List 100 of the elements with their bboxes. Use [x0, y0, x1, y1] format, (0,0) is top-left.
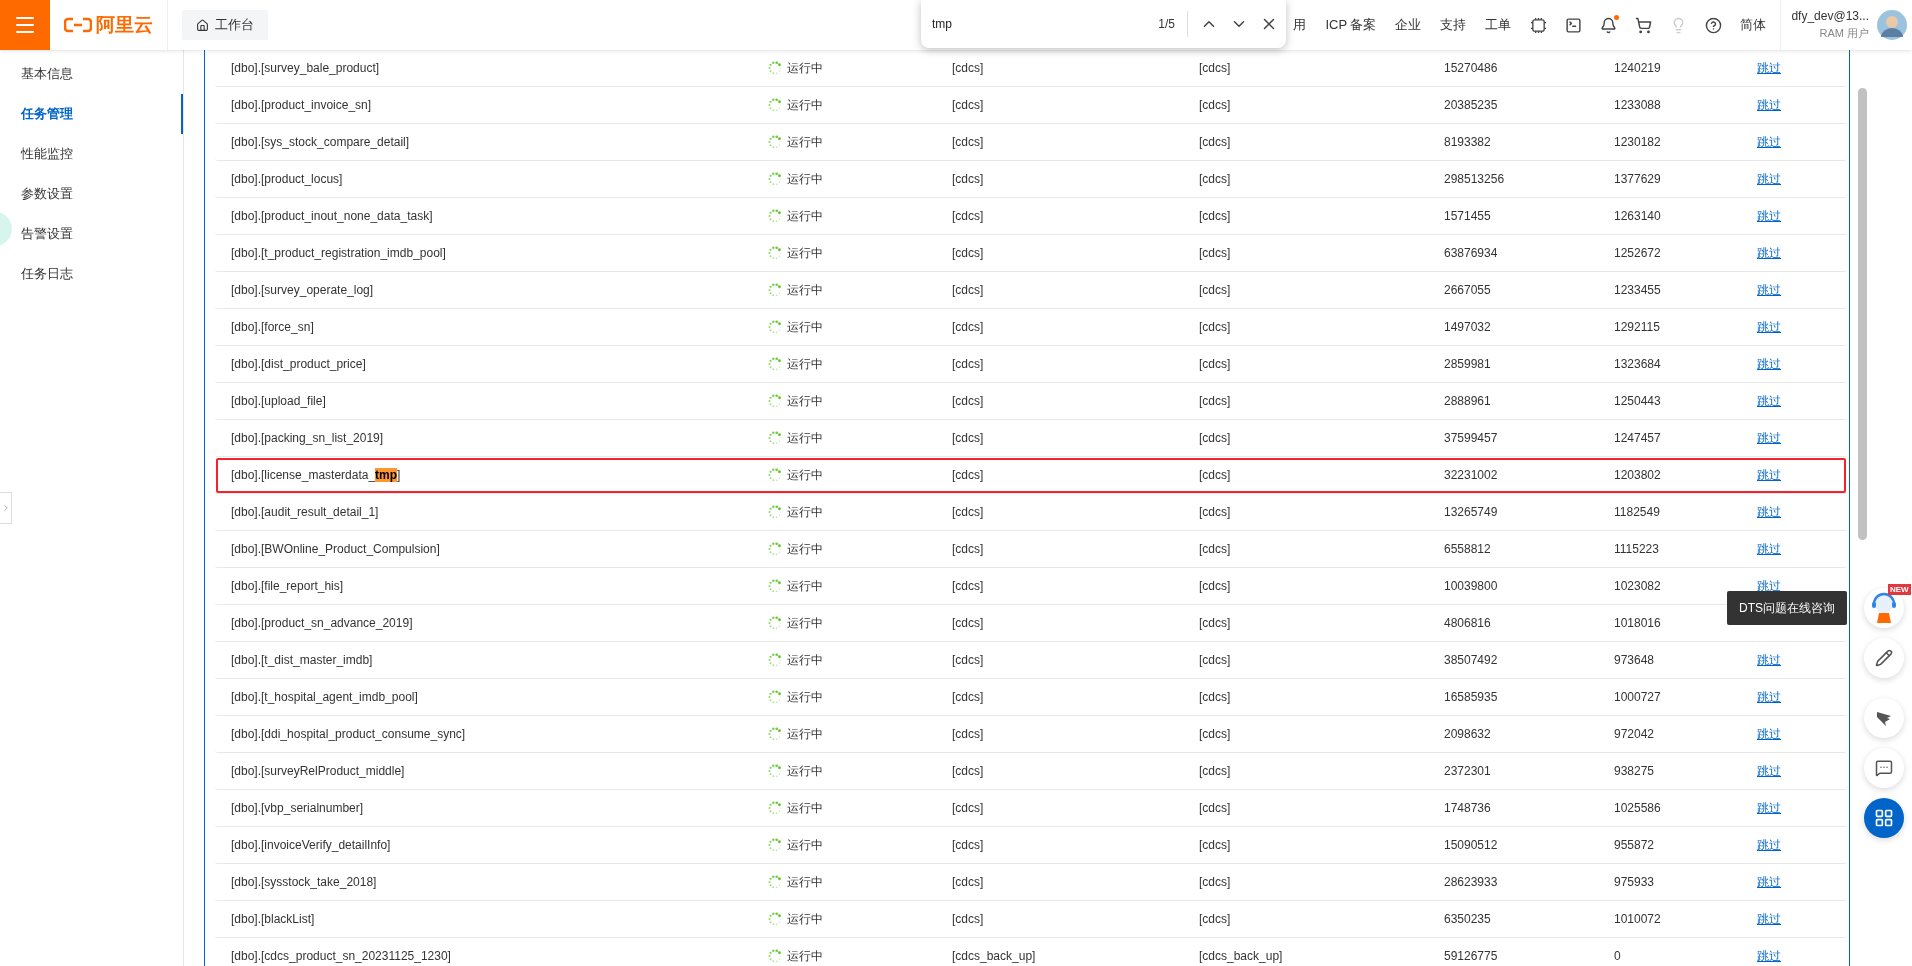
apps-button[interactable] — [1864, 798, 1904, 838]
table-cell-text: 15270486 — [1443, 61, 1499, 75]
bell-icon[interactable] — [1600, 16, 1618, 34]
spinner-icon — [768, 172, 782, 186]
nav-link[interactable]: ICP 备案 — [1325, 16, 1377, 34]
status-text: 运行中 — [787, 873, 823, 891]
table-cell-text: 938275 — [1613, 764, 1656, 778]
status-text: 运行中 — [787, 392, 823, 410]
table-cell-text: 38507492 — [1443, 653, 1499, 667]
table-cell-text: [dbo].[product_sn_advance_2019] — [230, 616, 414, 630]
skip-link[interactable]: 跳过 — [1741, 244, 1781, 262]
table-cell-text: [cdcs] — [1198, 357, 1232, 371]
table-cell-text: 0 — [1613, 949, 1622, 963]
skip-link[interactable]: 跳过 — [1741, 355, 1781, 373]
menu-button[interactable] — [0, 0, 50, 50]
nav-link[interactable]: 支持 — [1440, 16, 1467, 34]
table-cell-text: [cdcs] — [951, 801, 985, 815]
skip-link[interactable]: 跳过 — [1741, 725, 1781, 743]
table-cell-text: 1025586 — [1613, 801, 1662, 815]
table-cell-text: [dbo].[blackList] — [230, 912, 316, 926]
wing-button[interactable] — [1864, 698, 1904, 738]
table-cell-text: [cdcs] — [1198, 98, 1232, 112]
table-cell-text: 973648 — [1613, 653, 1656, 667]
table-cell-text: [cdcs] — [951, 542, 985, 556]
skip-link[interactable]: 跳过 — [1741, 503, 1781, 521]
skip-link[interactable]: 跳过 — [1741, 540, 1781, 558]
chat-button[interactable] — [1864, 748, 1904, 788]
table-cell-text: [dbo].[cdcs_product_sn_20231125_1230] — [230, 949, 452, 963]
table-cell-text: [cdcs] — [951, 912, 985, 926]
table-cell-text: [cdcs] — [1198, 579, 1232, 593]
table-cell-text: [dbo].[invoiceVerify_detailInfo] — [230, 838, 392, 852]
spinner-icon — [768, 542, 782, 556]
skip-link[interactable]: 跳过 — [1741, 318, 1781, 336]
skip-link[interactable]: 跳过 — [1741, 836, 1781, 854]
cart-icon[interactable] — [1635, 16, 1653, 34]
edit-button[interactable] — [1864, 638, 1904, 678]
help-icon[interactable] — [1705, 16, 1723, 34]
skip-link[interactable]: 跳过 — [1741, 392, 1781, 410]
skip-link[interactable]: 跳过 — [1741, 762, 1781, 780]
skip-link[interactable]: 跳过 — [1741, 170, 1781, 188]
status-text: 运行中 — [787, 318, 823, 336]
sidebar-item[interactable]: 告警设置 — [21, 214, 183, 254]
table-cell-text: [dbo].[t_hospital_agent_imdb_pool] — [230, 690, 419, 704]
skip-link[interactable]: 跳过 — [1741, 688, 1781, 706]
nav-link[interactable]: 工单 — [1485, 16, 1512, 34]
table-cell-text: [cdcs_back_up] — [951, 949, 1037, 963]
skip-link[interactable]: 跳过 — [1741, 133, 1781, 151]
table-cell-text: [cdcs] — [951, 172, 985, 186]
skip-link[interactable]: 跳过 — [1741, 207, 1781, 225]
table-cell-text: 2098632 — [1443, 727, 1492, 741]
scrollbar-thumb[interactable] — [1858, 88, 1867, 540]
spinner-icon — [768, 246, 782, 260]
table-cell-text: 15090512 — [1443, 838, 1499, 852]
table-cell-text: 975933 — [1613, 875, 1656, 889]
chip-icon[interactable] — [1530, 16, 1548, 34]
skip-link[interactable]: 跳过 — [1741, 466, 1781, 484]
skip-link[interactable]: 跳过 — [1741, 873, 1781, 891]
skip-link[interactable]: 跳过 — [1741, 429, 1781, 447]
table-cell-text: [cdcs] — [1198, 653, 1232, 667]
table-cell-text: 1115223 — [1613, 542, 1660, 556]
status-text: 运行中 — [787, 429, 823, 447]
table-cell-text: [cdcs] — [951, 616, 985, 630]
table-cell-text: 16585935 — [1443, 690, 1499, 704]
workbench-button[interactable]: 工作台 — [182, 10, 268, 40]
sidebar-item[interactable]: 性能监控 — [21, 134, 183, 174]
status-text: 运行中 — [787, 59, 823, 77]
table-cell-text: 1182549 — [1613, 505, 1661, 519]
table-cell-text: [dbo].[product_locus] — [230, 172, 344, 186]
nav-link[interactable]: 企业 — [1395, 16, 1422, 34]
avatar[interactable] — [1877, 10, 1907, 40]
spinner-icon — [768, 579, 782, 593]
language-link[interactable]: 简体 — [1740, 0, 1782, 50]
table-cell-text: 955872 — [1613, 838, 1656, 852]
skip-link[interactable]: 跳过 — [1741, 799, 1781, 817]
sidebar-item[interactable]: 基本信息 — [21, 54, 183, 94]
table-cell-text: 972042 — [1613, 727, 1656, 741]
table-cell-text: [cdcs] — [1198, 172, 1232, 186]
sidebar-item[interactable]: 参数设置 — [21, 174, 183, 214]
skip-link[interactable]: 跳过 — [1741, 651, 1781, 669]
table-cell-text: [cdcs] — [1198, 727, 1232, 741]
table-cell-text: [cdcs] — [1198, 912, 1232, 926]
wing-icon — [1875, 709, 1893, 727]
user-role: RAM 用户 — [1819, 26, 1869, 41]
nav-link[interactable]: 用 — [1293, 16, 1307, 34]
table-cell-text: [cdcs] — [951, 579, 985, 593]
status-text: 运行中 — [787, 799, 823, 817]
status-text: 运行中 — [787, 503, 823, 521]
skip-link[interactable]: 跳过 — [1741, 947, 1781, 965]
sidebar-item[interactable]: 任务管理 — [21, 94, 183, 134]
skip-link[interactable]: 跳过 — [1741, 96, 1781, 114]
terminal-icon[interactable] — [1565, 16, 1583, 34]
user-name[interactable]: dfy_dev@13... — [1791, 9, 1869, 23]
skip-link[interactable]: 跳过 — [1741, 910, 1781, 928]
skip-link[interactable]: 跳过 — [1741, 281, 1781, 299]
skip-link[interactable]: 跳过 — [1741, 59, 1781, 77]
status-text: 运行中 — [787, 651, 823, 669]
table-cell-text: 6558812 — [1443, 542, 1492, 556]
table-cell-text: [cdcs] — [1198, 468, 1232, 482]
sidebar-item[interactable]: 任务日志 — [21, 254, 183, 294]
find-field[interactable]: tmp — [930, 16, 1159, 32]
